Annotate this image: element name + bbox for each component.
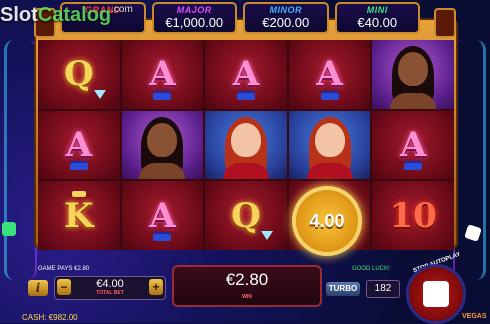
jackpot-minor: MINOR €200.00 <box>243 2 329 34</box>
symbol-glyph: A <box>149 54 176 95</box>
jackpot-amount: €200.00 <box>262 15 310 30</box>
symbol-glyph: A <box>232 54 260 95</box>
hat-icon <box>320 92 339 100</box>
turbo-button[interactable]: TURBO <box>326 282 360 296</box>
symbol-k: K <box>38 181 120 250</box>
hat-icon <box>153 92 172 100</box>
stop-icon <box>423 281 449 307</box>
hat-icon <box>69 163 88 171</box>
cash-text: CASH: €982.00 <box>22 313 78 322</box>
symbol-glyph: K <box>64 195 94 236</box>
shoulders-shape <box>139 163 186 180</box>
frame-corner-right <box>434 8 456 38</box>
increase-bet-button[interactable]: + <box>149 279 163 295</box>
symbol-glyph: A <box>316 54 343 95</box>
dress-shape <box>222 163 269 180</box>
symbol-glyph: A <box>399 124 427 165</box>
hat-icon <box>153 233 172 241</box>
symbol-a: A <box>121 40 204 109</box>
watermark-slot: Slot <box>0 4 38 26</box>
game-pays-text: GAME PAYS €2.80 <box>38 266 90 272</box>
martini-icon <box>260 230 273 240</box>
watermark-logo: SlotCatalog.com <box>0 4 133 27</box>
symbol-glyph: A <box>65 124 92 165</box>
coin-chip: 4.00 <box>292 186 362 256</box>
hat-icon <box>236 92 255 100</box>
bet-control: − €4.00 TOTAL BET + <box>54 276 166 300</box>
symbol-a: A <box>372 110 454 180</box>
info-button[interactable]: i <box>28 280 48 296</box>
watermark-domain: .com <box>111 4 133 15</box>
symbol-redhead <box>288 110 371 180</box>
face-shape <box>314 122 345 157</box>
reel-grid: Q A A A A A K A Q 10 <box>38 40 454 250</box>
symbol-a: A <box>121 181 204 250</box>
symbol-ten: 10 <box>372 181 454 250</box>
martini-icon <box>93 89 106 99</box>
dress-shape <box>306 163 353 180</box>
chip-value: 4.00 <box>309 210 345 231</box>
autoplay-count: 182 <box>366 280 400 298</box>
watermark-catalog: Catalog <box>37 4 112 26</box>
win-display: €2.80 WIN <box>172 265 322 307</box>
face-shape <box>147 122 178 157</box>
green-die-icon <box>2 222 16 236</box>
symbol-q: Q <box>205 181 287 250</box>
jackpot-mini: MINI €40.00 <box>334 2 420 34</box>
symbol-lady <box>121 110 204 180</box>
jackpot-label: MINOR <box>269 5 302 15</box>
win-value: €2.80 <box>225 270 269 289</box>
symbol-glyph: 10 <box>389 195 437 236</box>
shoulders-shape <box>390 92 437 109</box>
win-label: WIN <box>242 294 252 300</box>
symbol-redhead <box>205 110 287 180</box>
symbol-q: Q <box>38 40 120 109</box>
neon-sign-left <box>4 40 37 280</box>
jackpot-amount: €40.00 <box>357 15 398 30</box>
symbol-lady <box>372 40 454 109</box>
symbol-a: A <box>38 110 120 180</box>
hat-icon <box>404 163 423 171</box>
symbol-glyph: Q <box>231 195 261 236</box>
symbol-a: A <box>205 40 287 109</box>
symbol-glyph: Q <box>63 54 94 95</box>
symbol-a: A <box>288 40 371 109</box>
jackpot-label: MAJOR <box>176 5 212 15</box>
good-luck-text: GOOD LUCK! <box>352 266 390 272</box>
jackpot-label: MINI <box>366 5 388 15</box>
brand-text: VEGAS <box>462 313 487 320</box>
jackpot-major: MAJOR €1,000.00 <box>151 2 237 34</box>
face-shape <box>398 52 429 86</box>
face-shape <box>230 122 261 157</box>
crown-icon <box>71 191 86 198</box>
symbol-glyph: A <box>149 195 176 236</box>
stop-autoplay-button[interactable] <box>406 264 466 324</box>
jackpot-amount: €1,000.00 <box>165 15 224 30</box>
